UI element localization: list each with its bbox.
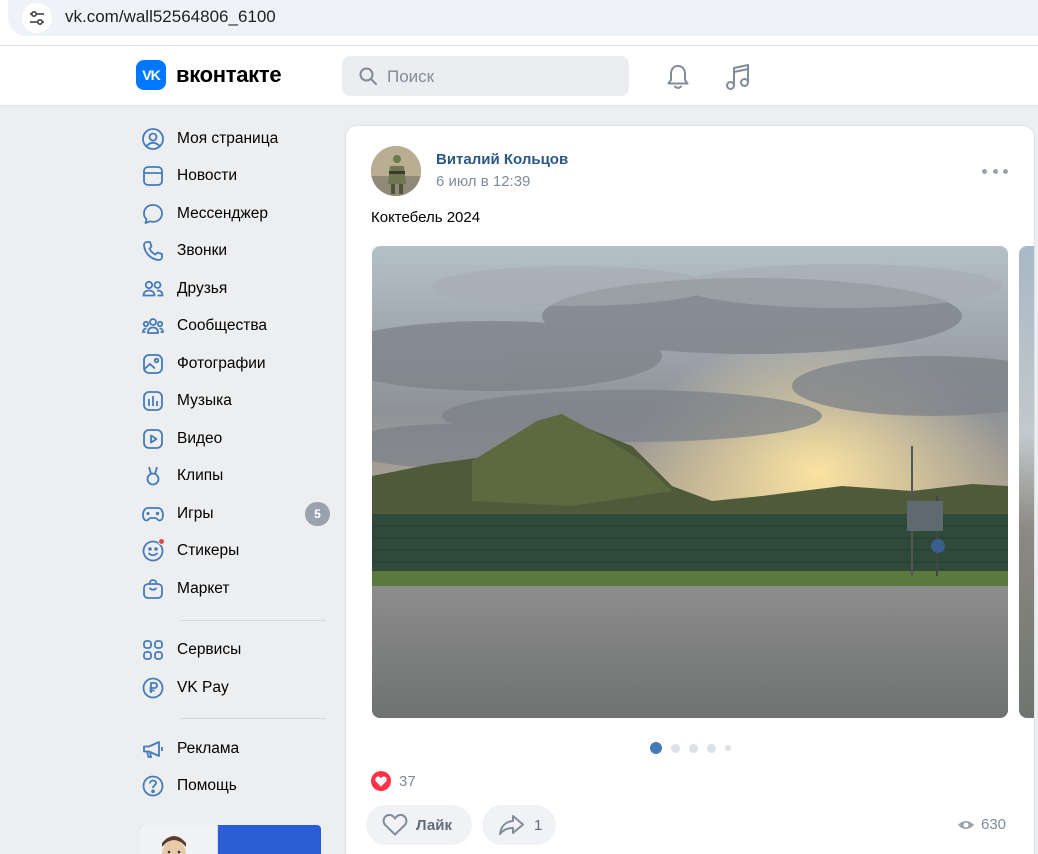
reactions-summary[interactable]: 37 (371, 770, 416, 792)
clips-icon (141, 464, 165, 488)
sidebar-item-label: VK Pay (177, 679, 229, 696)
video-icon (141, 427, 165, 451)
sidebar-item-ads[interactable]: Реклама (140, 732, 330, 766)
sidebar-item-label: Сообщества (177, 317, 268, 334)
like-button[interactable]: Лайк (366, 805, 472, 845)
sidebar-item-messenger[interactable]: Мессенджер (140, 197, 330, 231)
share-count: 1 (534, 816, 543, 834)
share-icon (499, 815, 524, 835)
sidebar-item-video[interactable]: Видео (140, 422, 330, 456)
avatar[interactable] (371, 146, 421, 196)
sidebar-item-label: Реклама (177, 740, 240, 757)
sidebar-item-my-page[interactable]: Моя страница (140, 122, 330, 156)
sidebar-item-games[interactable]: Игры 5 (140, 497, 330, 531)
more-icon[interactable] (982, 163, 1008, 179)
music-icon (141, 389, 165, 413)
likes-count: 37 (399, 772, 416, 790)
sidebar-item-label: Стикеры (177, 542, 240, 559)
grid-icon (141, 638, 165, 662)
music-note-icon[interactable] (724, 62, 752, 92)
share-button[interactable]: 1 (482, 805, 556, 845)
carousel-dot[interactable] (707, 743, 716, 753)
heart-icon (371, 771, 391, 791)
carousel-indicator (650, 741, 740, 755)
megaphone-icon (141, 737, 165, 761)
sidebar-item-label: Мессенджер (177, 205, 269, 222)
browser-toolbar: vk.com/wall52564806_6100 (0, 0, 1038, 46)
sidebar-item-services[interactable]: Сервисы (140, 633, 330, 667)
sidebar-item-label: Видео (177, 430, 223, 447)
bell-icon[interactable] (664, 63, 692, 91)
sidebar-item-photos[interactable]: Фотографии (140, 347, 330, 381)
sidebar-item-vk-pay[interactable]: VK Pay (140, 671, 330, 705)
views-counter: 630 (957, 816, 1006, 833)
sidebar-item-stickers[interactable]: Стикеры (140, 534, 330, 568)
sidebar-item-label: Фотографии (177, 355, 266, 372)
communities-icon (141, 314, 165, 338)
post-card: Виталий Кольцов 6 июл в 12:39 Коктебель … (345, 125, 1035, 854)
gamepad-icon (141, 502, 165, 526)
post-author[interactable]: Виталий Кольцов (436, 151, 568, 168)
sidebar-divider (180, 718, 326, 719)
url-text[interactable]: vk.com/wall52564806_6100 (65, 7, 276, 27)
address-bar[interactable]: vk.com/wall52564806_6100 (8, 0, 1038, 36)
post-photo[interactable] (372, 246, 1008, 718)
friends-icon (141, 277, 165, 301)
sidebar-item-communities[interactable]: Сообщества (140, 309, 330, 343)
sidebar-item-market[interactable]: Маркет (140, 572, 330, 606)
promo-banner[interactable] (140, 825, 321, 854)
sidebar-item-label: Сервисы (177, 641, 242, 658)
tune-icon[interactable] (22, 3, 52, 33)
like-label: Лайк (416, 816, 452, 834)
phone-icon (141, 239, 165, 263)
sidebar-divider (180, 620, 326, 621)
search-input[interactable]: Поиск (342, 56, 629, 96)
logo-text[interactable]: вконтакте (176, 62, 282, 88)
sidebar-item-clips[interactable]: Клипы (140, 459, 330, 493)
carousel-dot[interactable] (689, 743, 698, 753)
sidebar-item-label: Помощь (177, 777, 237, 794)
sidebar-item-friends[interactable]: Друзья (140, 272, 330, 306)
sidebar-item-music[interactable]: Музыка (140, 384, 330, 418)
carousel-dot[interactable] (725, 745, 731, 751)
vk-logo-icon[interactable]: VK (136, 60, 166, 90)
post-text: Коктебель 2024 (371, 209, 481, 226)
photo-icon (141, 352, 165, 376)
vk-header: VK вконтакте Поиск (0, 46, 1038, 106)
sidebar-item-label: Игры (177, 505, 214, 522)
promo-image (140, 825, 218, 854)
views-count: 630 (981, 816, 1007, 833)
carousel-dot[interactable] (671, 743, 680, 753)
notification-dot (158, 538, 165, 545)
next-photo-preview[interactable] (1019, 246, 1034, 718)
sidebar-item-label: Звонки (177, 242, 228, 259)
sidebar-item-help[interactable]: Помощь (140, 769, 330, 803)
search-icon (359, 67, 377, 85)
ruble-icon (141, 676, 165, 700)
bag-icon (141, 577, 165, 601)
heart-outline-icon (382, 813, 408, 836)
sidebar-item-label: Новости (177, 167, 238, 184)
eye-icon (958, 820, 974, 829)
post-date[interactable]: 6 июл в 12:39 (436, 173, 530, 190)
help-icon (141, 774, 165, 798)
sidebar-item-news[interactable]: Новости (140, 159, 330, 193)
sidebar-item-label: Музыка (177, 392, 232, 409)
sidebar-item-calls[interactable]: Звонки (140, 234, 330, 268)
user-circle-icon (141, 127, 165, 151)
carousel-dot[interactable] (650, 742, 662, 754)
sidebar-item-label: Клипы (177, 467, 224, 484)
sidebar-item-label: Маркет (177, 580, 230, 597)
games-count-badge: 5 (305, 502, 330, 526)
chat-bubble-icon (141, 202, 165, 226)
news-icon (141, 164, 165, 188)
smile-icon (141, 538, 165, 563)
search-placeholder: Поиск (387, 67, 435, 86)
sidebar-item-label: Моя страница (177, 130, 279, 147)
sidebar-item-label: Друзья (177, 280, 228, 297)
